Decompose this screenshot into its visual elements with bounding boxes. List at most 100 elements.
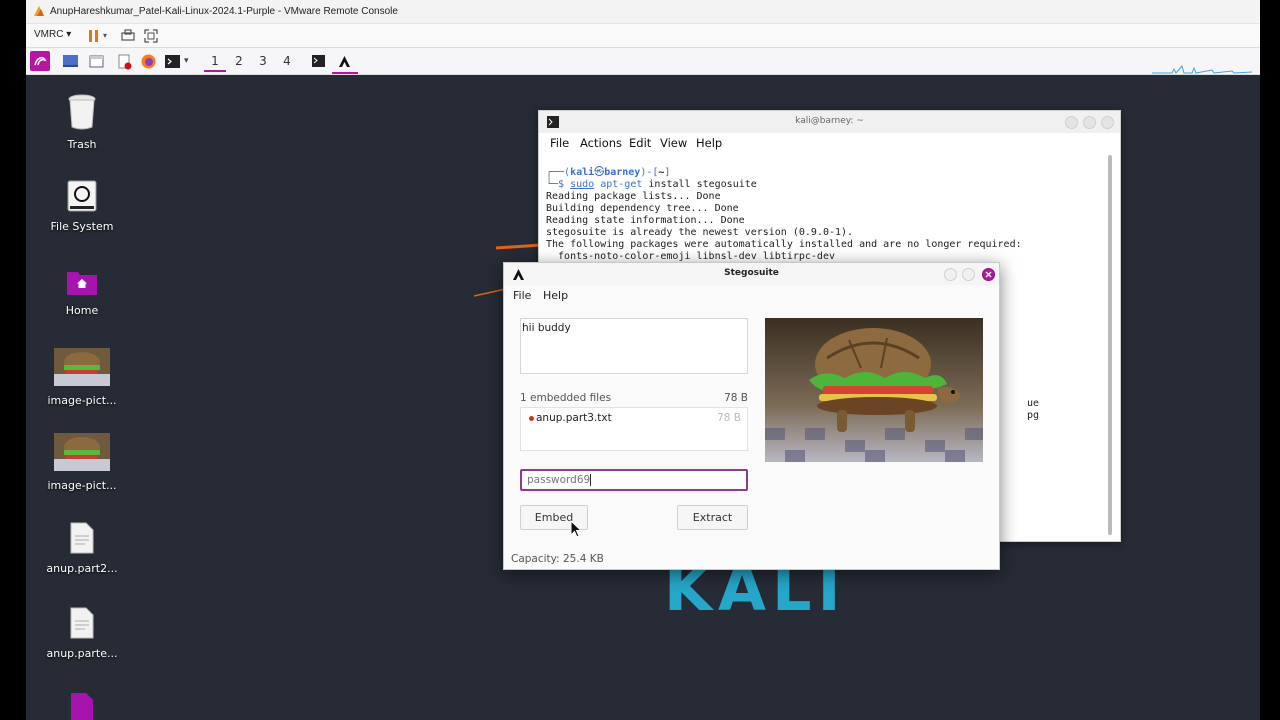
send-keys-icon[interactable] [120, 28, 136, 44]
pause-icon[interactable] [86, 28, 102, 44]
file-list-item[interactable]: anup.part3.txt 78 B [529, 412, 741, 424]
terminal-output-line: Reading package lists... Done [546, 191, 721, 202]
desktop-icon-partial[interactable] [37, 692, 127, 720]
vmware-titlebar: AnupHareshkumar_Patel-Kali-Linux-2024.1-… [26, 0, 1260, 24]
desktop-icon-home[interactable]: Home [37, 268, 127, 317]
desktop-icon-label: image-pict... [47, 394, 117, 407]
terminal-menu-edit[interactable]: Edit [629, 136, 651, 150]
desktop-icon-label: anup.parte... [46, 647, 118, 660]
command-sudo: sudo [570, 179, 595, 190]
stegosuite-titlebar[interactable]: Stegosuite [504, 263, 999, 285]
terminal-menu-actions[interactable]: Actions [580, 136, 622, 150]
terminal-partial-text: pg [1027, 410, 1040, 421]
terminal-launcher-icon[interactable] [164, 53, 181, 70]
text-caret [590, 474, 592, 486]
terminal-menu-view[interactable]: View [660, 136, 687, 150]
desktop-icon-trash[interactable]: Trash [37, 94, 127, 151]
drive-icon [67, 180, 97, 212]
terminal-partial-text: ue [1027, 398, 1040, 409]
desktop-icon-file-system[interactable]: File System [37, 180, 127, 233]
stegosuite-menubar: File Help [504, 285, 999, 305]
desktop-icon-image-2[interactable]: image-pict... [37, 433, 127, 492]
network-monitor-graph [1152, 64, 1252, 74]
file-size: 78 B [717, 412, 741, 424]
terminal-task-icon [312, 55, 325, 67]
stegosuite-minimize-button[interactable] [944, 268, 957, 281]
workspace-3[interactable]: 3 [252, 52, 274, 72]
terminal-scrollbar[interactable] [1108, 155, 1112, 535]
vmrc-menu-button[interactable]: VMRC ▾ [34, 29, 71, 40]
file-manager-icon[interactable] [88, 53, 105, 70]
message-textarea[interactable]: hii buddy [520, 318, 748, 374]
embedded-files-label: 1 embedded files [520, 392, 612, 404]
password-value: password69 [527, 474, 591, 486]
document-icon [70, 522, 94, 554]
pause-dropdown-icon[interactable]: ▾ [103, 31, 119, 47]
terminal-close-button[interactable] [1101, 116, 1114, 129]
terminal-menu-file[interactable]: File [550, 136, 569, 150]
terminal-title: kali@barney: ~ [795, 116, 864, 126]
embedded-files-list[interactable]: anup.part3.txt 78 B [520, 407, 748, 451]
capacity-status: Capacity: 25.4 KB [511, 553, 604, 565]
text-editor-icon[interactable] [116, 53, 133, 70]
terminal-output[interactable]: ┌──(kali㉿barney)-[~] └─$ sudo apt-get in… [546, 167, 1106, 263]
terminal-titlebar[interactable]: kali@barney: ~ [539, 111, 1120, 133]
stegosuite-title: Stegosuite [724, 268, 779, 278]
terminal-output-line: The following packages were automaticall… [546, 239, 1022, 250]
close-icon [985, 271, 992, 278]
prompt-user: kali [570, 167, 595, 178]
firefox-icon[interactable] [140, 53, 157, 70]
document-icon [70, 607, 94, 639]
kali-top-panel: ▾ 1 2 3 4 [26, 48, 1260, 75]
stegosuite-maximize-button[interactable] [962, 268, 975, 281]
terminal-output-line: Building dependency tree... Done [546, 203, 739, 214]
workspace-2[interactable]: 2 [228, 52, 250, 72]
prompt-at: ㉿ [594, 167, 605, 178]
stegosuite-menu-file[interactable]: File [513, 289, 531, 302]
file-status-icon [529, 415, 534, 421]
embedded-files-total-size: 78 B [724, 392, 748, 404]
taskbar-stegosuite[interactable] [332, 50, 358, 74]
image-thumbnail [54, 433, 110, 471]
stegosuite-close-button[interactable] [982, 268, 995, 281]
terminal-menubar: File Actions Edit View Help [539, 133, 1120, 153]
vmware-window: AnupHareshkumar_Patel-Kali-Linux-2024.1-… [26, 0, 1260, 720]
vmware-window-title: AnupHareshkumar_Patel-Kali-Linux-2024.1-… [50, 6, 398, 17]
desktop-icon-label: Home [65, 304, 99, 317]
password-field[interactable]: password69 [520, 469, 748, 491]
terminal-command-line: └─$ sudo apt-get install stegosuite [546, 179, 757, 190]
desktop-icon-anup-part2[interactable]: anup.part2... [37, 522, 127, 575]
show-desktop-icon[interactable] [62, 53, 79, 70]
workspace-4[interactable]: 4 [276, 52, 298, 72]
desktop-icon-label: image-pict... [47, 479, 117, 492]
launcher-dropdown-icon[interactable]: ▾ [184, 56, 201, 73]
terminal-prompt-line: ┌──(kali㉿barney)-[~] [546, 167, 671, 178]
desktop-icon-anup-parte[interactable]: anup.parte... [37, 607, 127, 660]
image-thumbnail [54, 348, 110, 386]
home-folder-icon [67, 272, 97, 295]
terminal-maximize-button[interactable] [1083, 116, 1096, 129]
screen: AnupHareshkumar_Patel-Kali-Linux-2024.1-… [0, 0, 1280, 720]
prompt-host: barney [604, 167, 641, 178]
stegosuite-menu-help[interactable]: Help [543, 289, 568, 302]
taskbar-terminal[interactable] [306, 50, 332, 74]
extract-button[interactable]: Extract [677, 505, 748, 530]
file-name: anup.part3.txt [536, 412, 612, 424]
kali-menu-icon[interactable] [30, 51, 50, 71]
terminal-minimize-button[interactable] [1065, 116, 1078, 129]
fullscreen-icon[interactable] [143, 28, 159, 44]
cover-image-preview[interactable] [765, 318, 983, 462]
vmware-toolbar: VMRC ▾ ▾ [26, 24, 1260, 48]
command-apt: apt-get [600, 179, 643, 190]
terminal-menu-help[interactable]: Help [696, 136, 722, 150]
purple-document-icon [71, 693, 93, 720]
desktop-icon-label: anup.part2... [46, 562, 118, 575]
trash-icon [68, 94, 96, 130]
workspace-1[interactable]: 1 [204, 52, 226, 72]
embedded-files-header: 1 embedded files 78 B [520, 392, 748, 404]
stegosuite-task-icon [339, 56, 350, 67]
desktop-icon-image-1[interactable]: image-pict... [37, 348, 127, 407]
mouse-cursor-icon [570, 520, 582, 538]
vmrc-menu-label: VMRC [34, 29, 64, 40]
terminal-output-line: stegosuite is already the newest version… [546, 227, 854, 238]
